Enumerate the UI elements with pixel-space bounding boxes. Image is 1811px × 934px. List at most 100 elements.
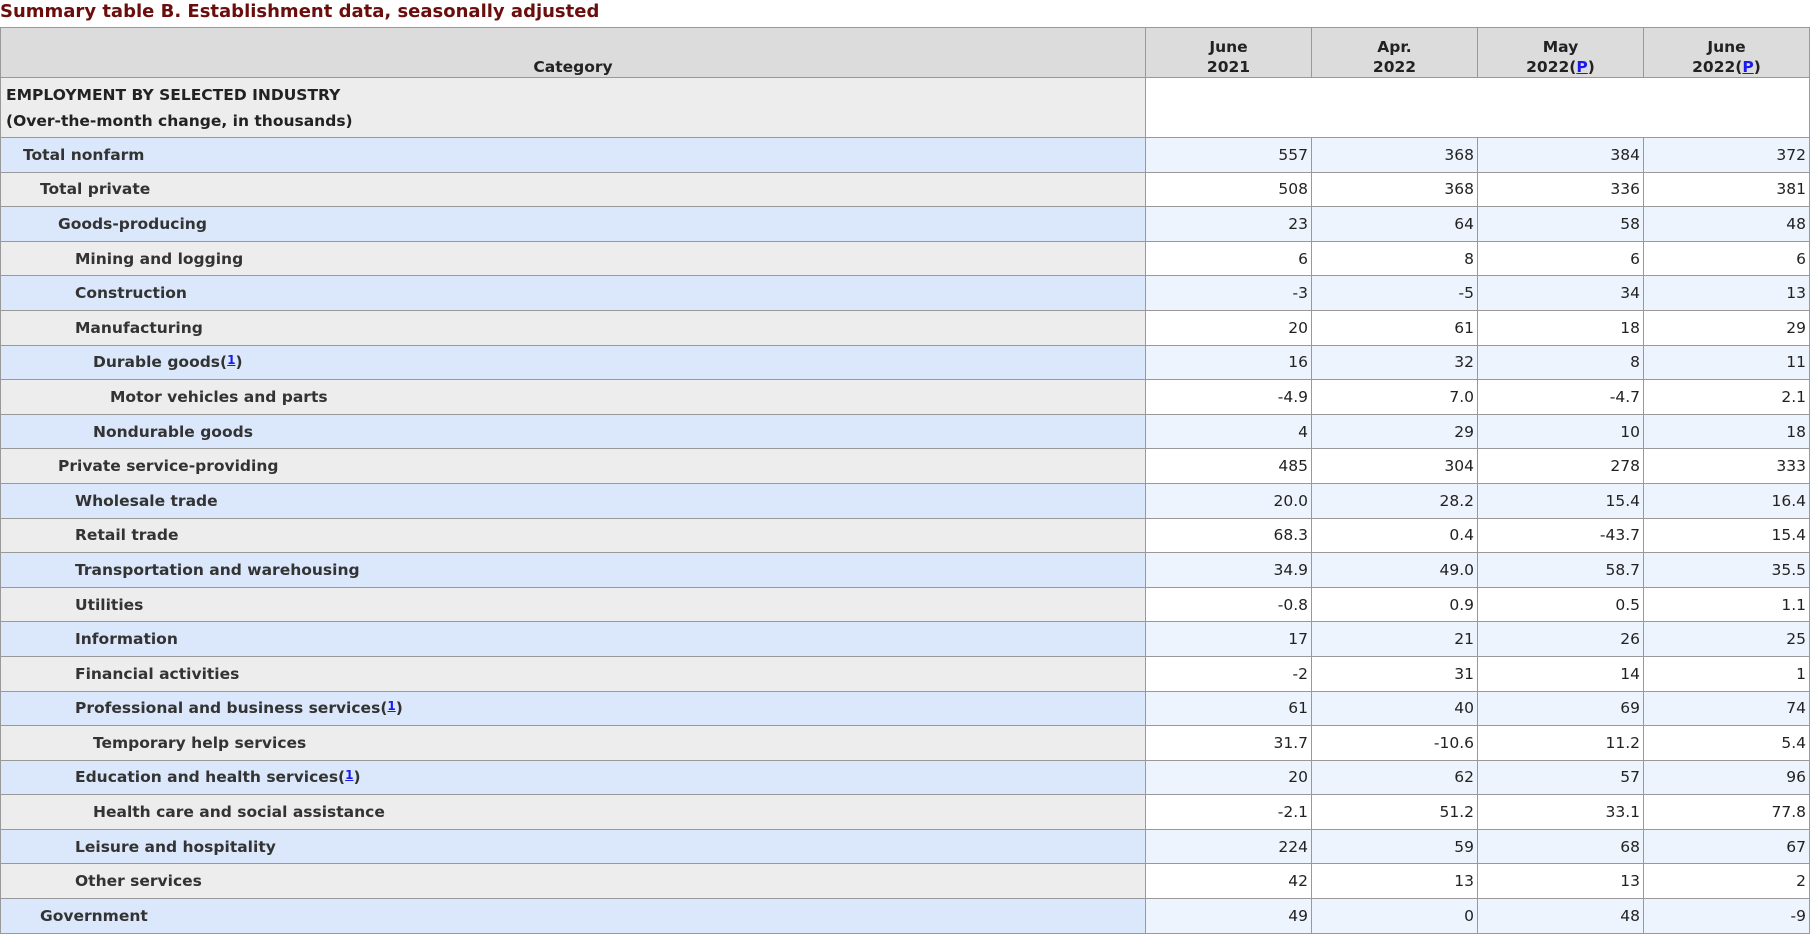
value-cell: 278	[1477, 448, 1644, 484]
value-cell: 304	[1311, 448, 1478, 484]
table-row: Utilities -0.8 0.9 0.5 1.1	[0, 586, 1810, 623]
header-row: Category June 2021 Apr. 2022 May 2022(P)…	[0, 27, 1810, 78]
value-cell: 61	[1145, 690, 1312, 727]
row-category: Other services	[0, 863, 1146, 900]
value-cell: 31.7	[1145, 725, 1312, 761]
value-cell: 33.1	[1477, 794, 1644, 830]
column-header: Apr. 2022	[1311, 27, 1478, 78]
footnote-marker: (1)	[380, 699, 403, 718]
value-cell: 14	[1477, 655, 1644, 692]
value-cell: 57	[1477, 759, 1644, 796]
row-label: Temporary help services	[93, 733, 307, 752]
row-category: Total private	[0, 171, 1146, 208]
value-cell: 48	[1477, 898, 1644, 934]
value-cell: 11	[1643, 344, 1810, 381]
value-cell: 31	[1311, 655, 1478, 692]
row-label: Government	[40, 906, 148, 925]
value-cell: -43.7	[1477, 517, 1644, 554]
value-cell: 23	[1145, 206, 1312, 242]
value-cell: 49.0	[1311, 552, 1478, 588]
column-header-year: 2021	[1206, 58, 1251, 76]
column-header-year: 2022	[1692, 58, 1736, 76]
footnote-marker: (1)	[338, 768, 361, 787]
row-category: Private service-providing	[0, 448, 1146, 484]
table-row: Retail trade 68.3 0.4 -43.7 15.4	[0, 517, 1810, 554]
value-cell: 0.4	[1311, 517, 1478, 554]
value-cell: 368	[1311, 137, 1478, 173]
footnote-link[interactable]: 1	[387, 699, 395, 713]
value-cell: 336	[1477, 171, 1644, 208]
value-cell: 68.3	[1145, 517, 1312, 554]
value-cell: -4.7	[1477, 379, 1644, 415]
column-header: May 2022(P)	[1477, 27, 1644, 78]
value-cell: 6	[1477, 240, 1644, 277]
table-row: Total nonfarm 557 368 384 372	[0, 137, 1810, 173]
value-cell: 4	[1145, 413, 1312, 450]
table-row: Motor vehicles and parts -4.9 7.0 -4.7 2.1	[0, 379, 1810, 415]
table-row: Leisure and hospitality 224 59 68 67	[0, 828, 1810, 865]
table-row: Information 17 21 26 25	[0, 621, 1810, 657]
value-cell: 372	[1643, 137, 1810, 173]
preliminary-link[interactable]: P	[1576, 58, 1587, 76]
value-cell: 1	[1643, 655, 1810, 692]
row-category: Temporary help services	[0, 725, 1146, 761]
row-category: Professional and business services(1)	[0, 690, 1146, 727]
table-row: Goods-producing 23 64 58 48	[0, 206, 1810, 242]
value-cell: -2	[1145, 655, 1312, 692]
footnote-link[interactable]: 1	[227, 353, 235, 367]
row-label: Construction	[75, 284, 187, 303]
value-cell: 368	[1311, 171, 1478, 208]
row-category: Financial activities	[0, 655, 1146, 692]
value-cell: 2	[1643, 863, 1810, 900]
value-cell: 74	[1643, 690, 1810, 727]
value-cell: 15.4	[1643, 517, 1810, 554]
value-cell: 40	[1311, 690, 1478, 727]
value-cell: 77.8	[1643, 794, 1810, 830]
row-label: Utilities	[75, 595, 144, 614]
table-row: Temporary help services 31.7 -10.6 11.2 5.4	[0, 725, 1810, 761]
section-header-row: EMPLOYMENT BY SELECTED INDUSTRY (Over-th…	[0, 77, 1810, 138]
preliminary-link[interactable]: P	[1742, 58, 1753, 76]
value-cell: 557	[1145, 137, 1312, 173]
row-category: Mining and logging	[0, 240, 1146, 277]
column-header: June 2022(P)	[1643, 27, 1810, 78]
footnote-link[interactable]: 1	[345, 768, 353, 782]
value-cell: 35.5	[1643, 552, 1810, 588]
row-label: Motor vehicles and parts	[110, 387, 328, 406]
section-title: EMPLOYMENT BY SELECTED INDUSTRY	[6, 85, 341, 104]
row-label: Transportation and warehousing	[75, 560, 360, 579]
value-cell: 96	[1643, 759, 1810, 796]
value-cell: 20.0	[1145, 482, 1312, 519]
row-label: Education and health services	[75, 768, 339, 787]
value-cell: 62	[1311, 759, 1478, 796]
value-cell: 67	[1643, 828, 1810, 865]
value-cell: 49	[1145, 898, 1312, 934]
row-category: Motor vehicles and parts	[0, 379, 1146, 415]
value-cell: 25	[1643, 621, 1810, 657]
row-category: Utilities	[0, 586, 1146, 623]
value-cell: 29	[1643, 309, 1810, 346]
value-cell: 59	[1311, 828, 1478, 865]
footnote-marker: (1)	[220, 353, 243, 372]
row-label: Leisure and hospitality	[75, 837, 276, 856]
row-category: Transportation and warehousing	[0, 552, 1146, 588]
row-category: Health care and social assistance	[0, 794, 1146, 830]
value-cell: 20	[1145, 759, 1312, 796]
table-row: Construction -3 -5 34 13	[0, 275, 1810, 311]
value-cell: 48	[1643, 206, 1810, 242]
establishment-data-table: Category June 2021 Apr. 2022 May 2022(P)…	[0, 27, 1810, 934]
value-cell: 8	[1311, 240, 1478, 277]
table-row: Durable goods(1) 16 32 8 11	[0, 344, 1810, 381]
value-cell: 384	[1477, 137, 1644, 173]
column-header-month: May	[1542, 38, 1579, 56]
value-cell: 6	[1643, 240, 1810, 277]
value-cell: -5	[1311, 275, 1478, 311]
value-cell: 1.1	[1643, 586, 1810, 623]
table-row: Health care and social assistance -2.1 51.…	[0, 794, 1810, 830]
value-cell: 11.2	[1477, 725, 1644, 761]
value-cell: 0.9	[1311, 586, 1478, 623]
section-subtitle: (Over-the-month change, in thousands)	[6, 111, 353, 130]
row-category: Durable goods(1)	[0, 344, 1146, 381]
value-cell: 0.5	[1477, 586, 1644, 623]
value-cell: -9	[1643, 898, 1810, 934]
